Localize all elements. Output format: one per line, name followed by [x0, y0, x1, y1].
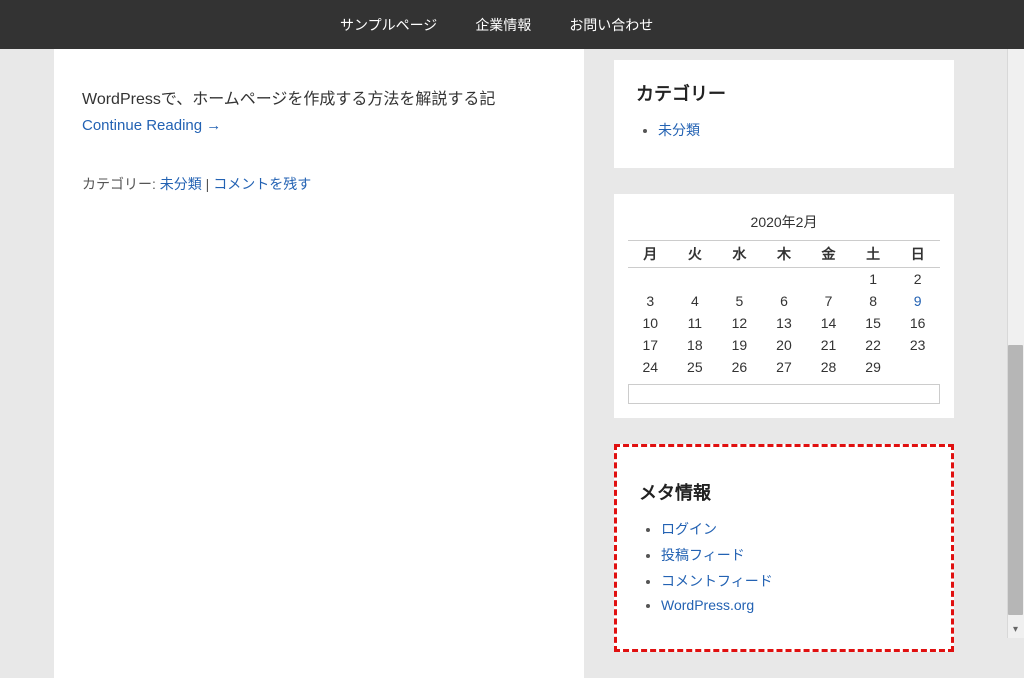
calendar-day: 15: [851, 312, 896, 334]
meta-link[interactable]: 投稿フィード: [661, 547, 745, 563]
calendar-widget: 2020年2月 月火水木金土日 123456789101112131415161…: [614, 194, 954, 418]
calendar-day: 16: [895, 312, 940, 334]
calendar-caption: 2020年2月: [628, 208, 940, 232]
calendar-day: 19: [717, 334, 762, 356]
list-item: WordPress.org: [661, 597, 929, 613]
calendar-day: 7: [806, 290, 851, 312]
calendar-day: 13: [762, 312, 807, 334]
meta-link[interactable]: コメントフィード: [661, 573, 773, 589]
post-excerpt: WordPressで、ホームページを作成する方法を解説する記: [82, 87, 556, 113]
category-link[interactable]: 未分類: [658, 122, 700, 138]
calendar-day: 28: [806, 356, 851, 378]
calendar-day: 1: [851, 268, 896, 291]
calendar-day: 21: [806, 334, 851, 356]
separator: |: [202, 176, 213, 192]
calendar-day[interactable]: 9: [895, 290, 940, 312]
calendar-day: 4: [673, 290, 718, 312]
calendar-day: 5: [717, 290, 762, 312]
calendar-day: 11: [673, 312, 718, 334]
calendar-day: 2: [895, 268, 940, 291]
calendar-day: 18: [673, 334, 718, 356]
post-leave-comment-link[interactable]: コメントを残す: [213, 176, 311, 192]
scrollbar-track[interactable]: ▾: [1007, 0, 1024, 638]
list-item: 未分類: [658, 120, 932, 140]
sidebar: カテゴリー 未分類 2020年2月 月火水木金土日 12345678910111…: [614, 60, 954, 678]
categories-widget: カテゴリー 未分類: [614, 60, 954, 168]
calendar-day: [762, 268, 807, 291]
post-footer: カテゴリー: 未分類 | コメントを残す: [82, 174, 556, 194]
calendar-day: 24: [628, 356, 673, 378]
nav-item-contact[interactable]: お問い合わせ: [569, 15, 653, 35]
list-item: ログイン: [661, 519, 929, 539]
calendar-day: 25: [673, 356, 718, 378]
calendar-day-link[interactable]: 9: [914, 293, 922, 309]
calendar-dow: 土: [851, 241, 896, 268]
calendar-day: 10: [628, 312, 673, 334]
calendar-dow: 日: [895, 241, 940, 268]
calendar-day: 27: [762, 356, 807, 378]
nav-item-company[interactable]: 企業情報: [475, 15, 531, 35]
calendar-day: [895, 356, 940, 378]
calendar-nav[interactable]: [628, 384, 940, 404]
post-category-link[interactable]: 未分類: [160, 176, 202, 192]
widget-title: メタ情報: [639, 479, 929, 505]
calendar-day: 14: [806, 312, 851, 334]
top-navbar: サンプルページ 企業情報 お問い合わせ: [0, 0, 1024, 49]
calendar-day: 23: [895, 334, 940, 356]
list-item: 投稿フィード: [661, 545, 929, 565]
calendar-dow: 火: [673, 241, 718, 268]
calendar-dow: 月: [628, 241, 673, 268]
calendar-day: 22: [851, 334, 896, 356]
calendar-day: 29: [851, 356, 896, 378]
calendar-day: [628, 268, 673, 291]
calendar-day: 17: [628, 334, 673, 356]
main-content: 2020年2月9日 に original-user が投稿 — コメントを残す …: [54, 0, 584, 678]
calendar-day: 3: [628, 290, 673, 312]
calendar-day: 6: [762, 290, 807, 312]
calendar-day: 8: [851, 290, 896, 312]
scroll-down-arrow[interactable]: ▾: [1007, 621, 1024, 638]
calendar-day: 12: [717, 312, 762, 334]
calendar-dow: 水: [717, 241, 762, 268]
calendar-dow: 金: [806, 241, 851, 268]
calendar-day: 20: [762, 334, 807, 356]
calendar-table: 月火水木金土日 12345678910111213141516171819202…: [628, 240, 940, 378]
calendar-day: [673, 268, 718, 291]
continue-reading-link[interactable]: Continue Reading →: [82, 117, 221, 134]
calendar-day: [717, 268, 762, 291]
meta-link[interactable]: ログイン: [661, 521, 717, 537]
calendar-day: [806, 268, 851, 291]
nav-item-sample[interactable]: サンプルページ: [340, 15, 437, 35]
widget-title: カテゴリー: [636, 80, 932, 106]
cat-label: カテゴリー:: [82, 176, 160, 192]
meta-link[interactable]: WordPress.org: [661, 597, 754, 613]
list-item: コメントフィード: [661, 571, 929, 591]
scrollbar-thumb[interactable]: [1008, 345, 1023, 615]
calendar-day: 26: [717, 356, 762, 378]
calendar-dow: 木: [762, 241, 807, 268]
meta-widget: メタ情報 ログイン投稿フィードコメントフィード WordPress.org: [614, 444, 954, 652]
